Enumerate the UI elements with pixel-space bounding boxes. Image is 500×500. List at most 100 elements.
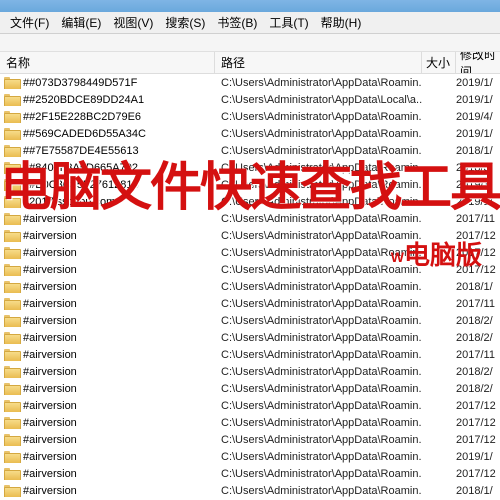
folder-icon [4,315,19,327]
file-name: #2017.ssceou.com [23,196,115,208]
file-name: ##569CADED6D55A34C [23,128,146,140]
cell-path: C:\Users\Administrator\AppData\Roamin... [215,111,422,123]
table-row[interactable]: ##B0C3C45F27612814C:\Users\Administrator… [0,176,500,193]
table-row[interactable]: #airversionC:\Users\Administrator\AppDat… [0,448,500,465]
table-row[interactable]: #airversionC:\Users\Administrator\AppDat… [0,346,500,363]
cell-date: 2018/2/ [456,383,500,395]
table-row[interactable]: #airversionC:\Users\Administrator\AppDat… [0,329,500,346]
menu-bookmark[interactable]: 书签(B) [211,12,263,33]
cell-name: ##8402F3A5D665A702 [0,162,215,174]
table-row[interactable]: ##2520BDCE89DD24A1C:\Users\Administrator… [0,91,500,108]
file-name: #airversion [23,485,77,497]
cell-date: 2018/2/ [456,332,500,344]
cell-path: C:\Users\Administrator\AppData\Roamin... [215,298,422,310]
menu-help[interactable]: 帮助(H) [315,12,368,33]
cell-name: #airversion [0,264,215,276]
menu-edit[interactable]: 编辑(E) [55,12,107,33]
folder-icon [4,383,19,395]
table-row[interactable]: ##2F15E228BC2D79E6 C:\Users\Administrator… [0,108,500,125]
folder-icon [4,94,19,106]
cell-path: C:\Users\Administrator\AppData\Roamin... [215,366,422,378]
cell-name: ##2F15E228BC2D79E6 [0,111,215,123]
cell-path: C:\Users\Administrator\AppData\Roamin... [215,230,422,242]
folder-icon [4,213,19,225]
menu-tools[interactable]: 工具(T) [263,12,314,33]
header-date[interactable]: 修改时间 [456,52,500,73]
table-row[interactable]: #airversion C:\Users\Administrator\AppDat… [0,295,500,312]
cell-date: 2017/12 [456,468,500,480]
cell-name: #airversion [0,230,215,242]
cell-name: ##569CADED6D55A34C [0,128,215,140]
menu-file[interactable]: 文件(F) [4,12,55,33]
cell-name: #airversion [0,400,215,412]
cell-path: C:\Users\Administrator\AppData\Roamin... [215,315,422,327]
file-name: #airversion [23,298,77,310]
table-row[interactable]: #airversion C:\Users\Administrator\AppDat… [0,210,500,227]
cell-name: #airversion [0,468,215,480]
table-row[interactable]: #2017.ssceou.com C:\Users\Administrator\A… [0,193,500,210]
table-row[interactable]: ##7E75587DE4E55613C:\Users\Administrator… [0,142,500,159]
file-name: #airversion [23,400,77,412]
cell-date: 2019/3/ [456,179,500,191]
table-row[interactable]: #airversionC:\Users\Administrator\AppDat… [0,380,500,397]
cell-date: 2018/1/ [456,281,500,293]
menu-search[interactable]: 搜索(S) [159,12,211,33]
folder-icon [4,400,19,412]
cell-path: C:\Users\Administrator\AppData\Roamin... [215,213,422,225]
header-size[interactable]: 大小 [422,52,456,73]
cell-date: 2017/11 [456,349,500,361]
cell-date: 2017/12 [456,264,500,276]
file-name: #airversion [23,349,77,361]
table-row[interactable]: ##073D3798449D571FC:\Users\Administrator… [0,74,500,91]
cell-date: 2017/12 [456,434,500,446]
cell-date: 2019/1/ [456,77,500,89]
cell-path: C:\Users\Administrator\AppData\Roamin... [215,179,422,191]
cell-path: C:\Users\Administrator\AppData\Roamin... [215,434,422,446]
table-row[interactable]: #airversionC:\Users\Administrator\AppDat… [0,414,500,431]
file-name: #airversion [23,383,77,395]
folder-icon [4,349,19,361]
header-path[interactable]: 路径 [215,52,422,73]
cell-path: C:\Users\Administrator\AppData\Roamin... [215,281,422,293]
table-row[interactable]: #airversionC:\Users\Administrator\AppDat… [0,244,500,261]
cell-name: ##7E75587DE4E55613 [0,145,215,157]
table-row[interactable]: #airversion C:\Users\Administrator\AppDat… [0,482,500,499]
folder-icon [4,179,19,191]
folder-icon [4,230,19,242]
cell-date: 2019/1/ [456,196,500,208]
table-row[interactable]: #airversionC:\Users\Administrator\AppDat… [0,431,500,448]
file-name: ##073D3798449D571F [23,77,137,89]
cell-path: C:\Users\Administrator\AppData\Local\a..… [215,94,422,106]
folder-icon [4,162,19,174]
cell-name: ##073D3798449D571F [0,77,215,89]
cell-name: #airversion [0,383,215,395]
cell-date: 2017/12 [456,247,500,259]
file-name: #airversion [23,417,77,429]
cell-date: 2017/11 [456,213,500,225]
window-titlebar [0,0,500,12]
cell-path: C:\Users\Administrator\AppData\Roamin... [215,162,422,174]
table-row[interactable]: #airversionC:\Users\Administrator\AppDat… [0,465,500,482]
table-row[interactable]: #airversionC:\Users\Administrator\AppDat… [0,363,500,380]
file-name: ##2F15E228BC2D79E6 [23,111,141,123]
folder-icon [4,417,19,429]
cell-date: 2019/1/ [456,128,500,140]
cell-path: C:\Users\Administrator\AppData\Roamin... [215,485,422,497]
table-row[interactable]: #airversionC:\Users\Administrator\AppDat… [0,312,500,329]
table-row[interactable]: #airversionC:\Users\Administrator\AppDat… [0,227,500,244]
file-name: #airversion [23,213,77,225]
menu-view[interactable]: 视图(V) [107,12,159,33]
table-row[interactable]: #airversionC:\Users\Administrator\AppDat… [0,397,500,414]
folder-icon [4,145,19,157]
table-row[interactable]: #airversionC:\Users\Administrator\AppDat… [0,278,500,295]
header-name[interactable]: 名称 [0,52,215,73]
file-name: #airversion [23,247,77,259]
file-name: #airversion [23,451,77,463]
folder-icon [4,128,19,140]
folder-icon [4,247,19,259]
cell-path: C:\Users\Administrator\AppData\Roamin... [215,196,422,208]
table-row[interactable]: ##8402F3A5D665A702C:\Users\Administrator… [0,159,500,176]
table-row[interactable]: #airversionC:\Users\Administrator\AppDat… [0,261,500,278]
cell-path: C:\Users\Administrator\AppData\Roamin... [215,145,422,157]
table-row[interactable]: ##569CADED6D55A34CC:\Users\Administrator… [0,125,500,142]
